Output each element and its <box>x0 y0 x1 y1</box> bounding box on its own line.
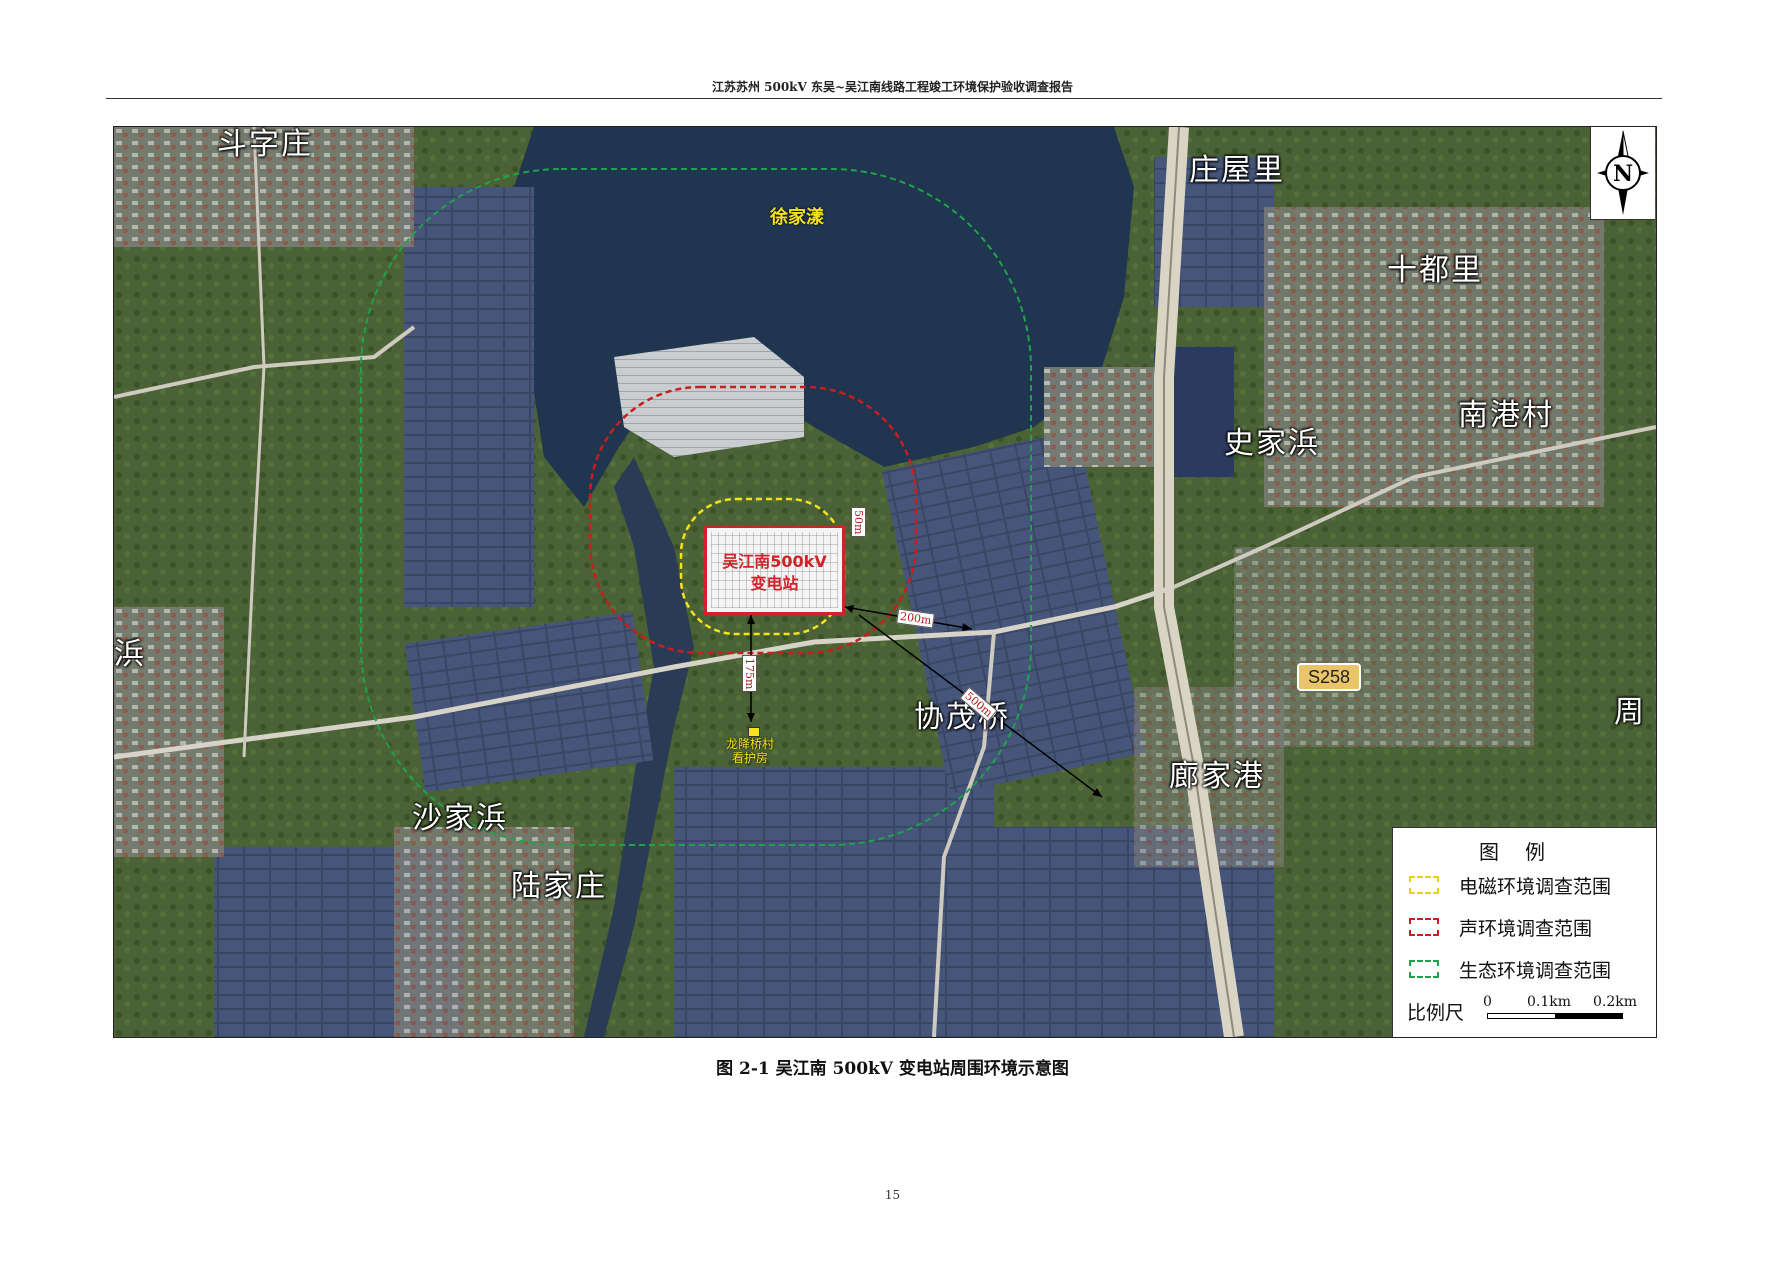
legend-title: 图例 <box>1479 840 1571 864</box>
north-arrow-letter: N <box>1613 161 1633 187</box>
place-label-bang-edge: 浜 <box>114 637 146 672</box>
place-label-langjiagang: 廊家港 <box>1169 759 1265 794</box>
scale-tick-1: 0.1km <box>1527 994 1572 1010</box>
legend-label-eco: 生态环境调查范围 <box>1459 959 1612 982</box>
place-label-shiduli: 十都里 <box>1387 253 1483 288</box>
scale-bar-fill <box>1555 1014 1622 1018</box>
north-arrow-panel: N <box>1590 127 1655 220</box>
place-label-zhuangwuli: 庄屋里 <box>1189 153 1285 188</box>
legend-swatch-noise <box>1409 918 1439 936</box>
page-number: 15 <box>884 1188 901 1202</box>
substation-label-line1: 吴江南500kV <box>722 552 827 571</box>
satellite-map: 徐家漾 斗字庄 庄屋里 十都里 南港村 史家浜 协茂桥 廊家港 沙家浜 陆家庄 … <box>113 126 1657 1038</box>
guard-house-label-line1: 龙降桥村 <box>726 737 775 751</box>
place-label-shijiabang: 史家浜 <box>1224 426 1320 461</box>
fish-ponds-left <box>404 187 534 607</box>
legend-label-em: 电磁环境调查范围 <box>1459 875 1612 898</box>
scale-bar <box>1487 1013 1623 1019</box>
header-divider <box>106 98 1662 99</box>
legend-swatch-em <box>1409 876 1439 894</box>
scale-label: 比例尺 <box>1407 1002 1465 1024</box>
place-label-shajiabang: 沙家浜 <box>412 801 508 836</box>
substation-footprint: 吴江南500kV 变电站 <box>704 525 845 615</box>
road-badge-s258: S258 <box>1297 663 1361 691</box>
map-legend: 图例 电磁环境调查范围 声环境调查范围 生态环境调查范围 比例尺 0 0.1km… <box>1392 827 1656 1037</box>
guard-house-label-line2: 看护房 <box>732 751 769 765</box>
distance-label-50m: 50m <box>851 507 866 538</box>
substation-label-line2: 变电站 <box>750 574 799 593</box>
figure-caption: 图 2-1 吴江南 500kV 变电站周围环境示意图 <box>716 1059 1069 1079</box>
legend-item-eco: 生态环境调查范围 <box>1409 956 1611 982</box>
report-header-title: 江苏苏州 500kV 东吴~吴江南线路工程竣工环境保护验收调查报告 <box>711 80 1074 94</box>
north-arrow-icon: N <box>1597 130 1649 215</box>
fish-ponds-lower-left <box>404 611 654 793</box>
industrial-site <box>1044 367 1154 467</box>
place-label-douzizhuang: 斗字庄 <box>217 127 313 162</box>
legend-item-em: 电磁环境调查范围 <box>1409 872 1611 898</box>
guard-house-label: 龙降桥村 看护房 <box>726 737 774 765</box>
distance-label-175m: 175m <box>742 655 757 693</box>
lake-label: 徐家漾 <box>770 207 824 228</box>
place-label-zhou-edge: 周 <box>1614 695 1646 730</box>
scale-tick-2: 0.2km <box>1593 994 1638 1010</box>
legend-item-noise: 声环境调查范围 <box>1409 914 1592 940</box>
village-shajiabang <box>394 827 574 1037</box>
guard-house-marker <box>748 727 760 737</box>
place-label-lujiazhuang: 陆家庄 <box>511 869 607 904</box>
place-label-nangangcun: 南港村 <box>1458 398 1554 433</box>
scale-tick-0: 0 <box>1483 994 1492 1010</box>
legend-swatch-eco <box>1409 960 1439 978</box>
legend-label-noise: 声环境调查范围 <box>1459 917 1593 940</box>
